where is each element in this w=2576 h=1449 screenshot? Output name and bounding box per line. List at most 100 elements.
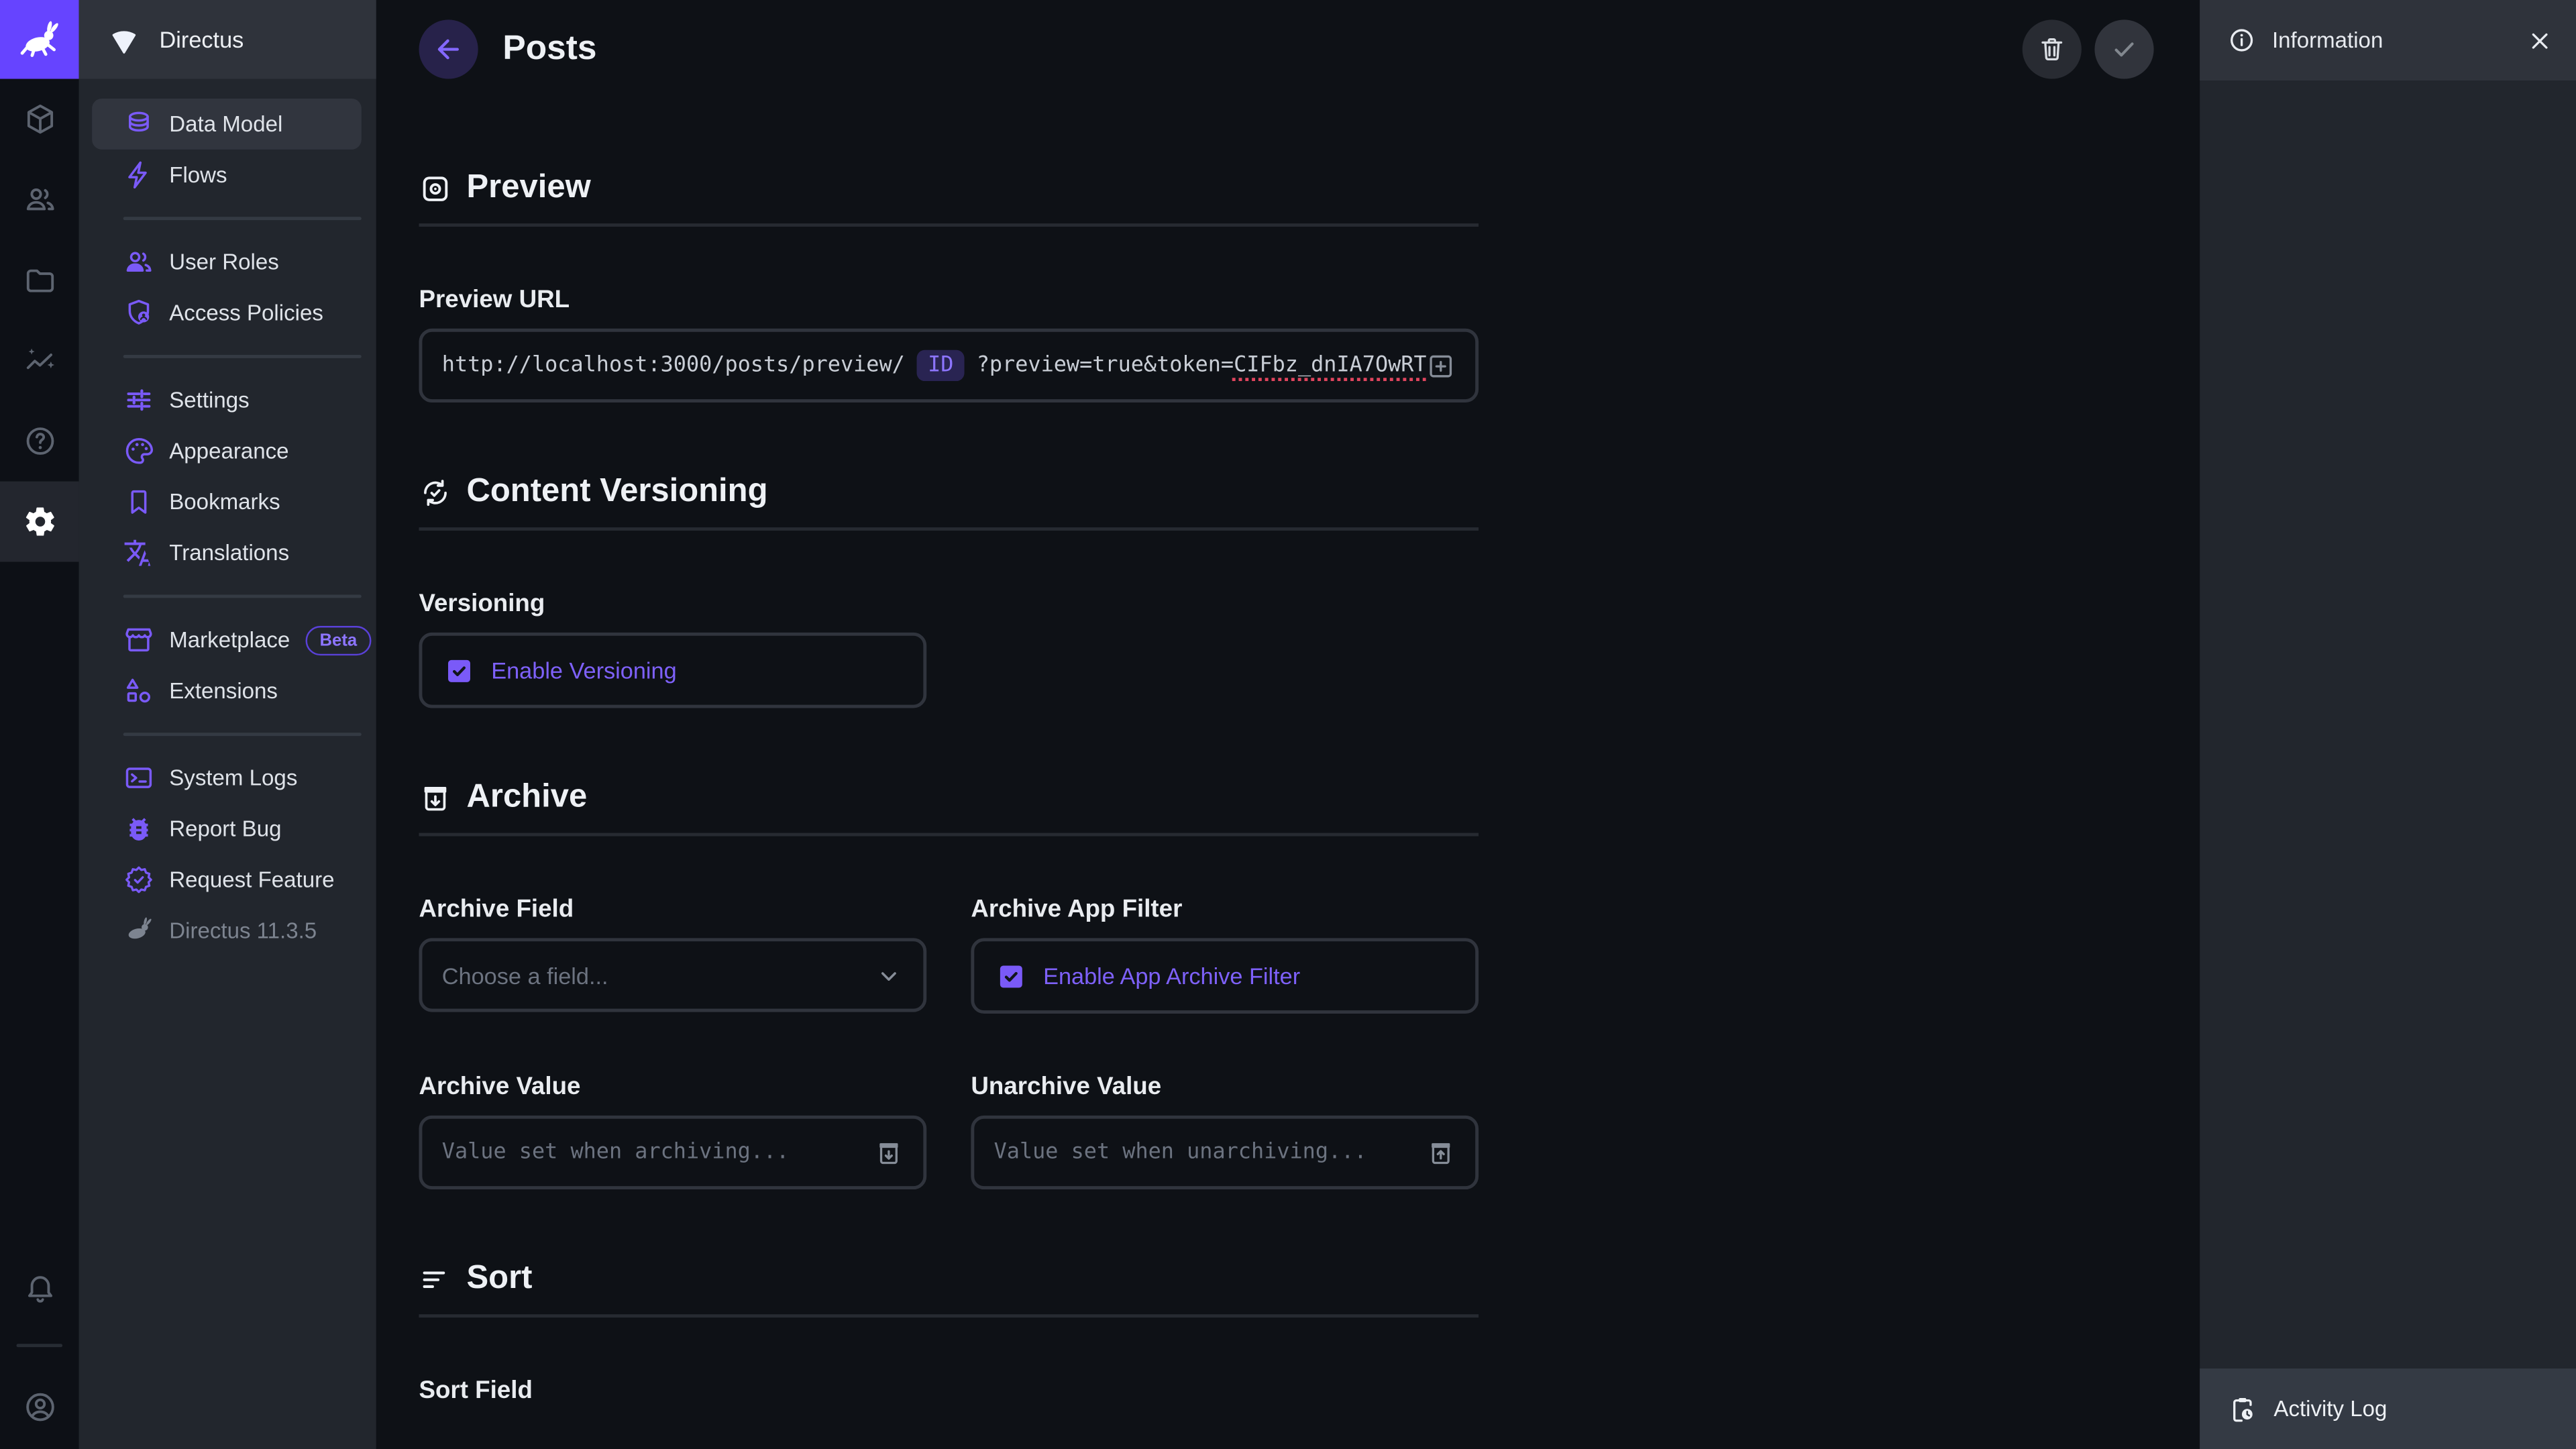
page-title: Posts xyxy=(502,30,596,69)
section-preview-header: Preview xyxy=(419,169,1479,207)
add-variable-button[interactable] xyxy=(1426,351,1456,380)
settings-nav-sidebar: Directus Data Model Flows User Ro xyxy=(79,0,376,1449)
directus-logo-button[interactable] xyxy=(0,0,79,79)
user-menu-button[interactable] xyxy=(0,1364,79,1449)
version-info: Directus 11.3.5 xyxy=(92,905,362,956)
bell-icon xyxy=(22,1270,56,1304)
database-icon xyxy=(123,109,155,140)
id-variable-chip[interactable]: ID xyxy=(916,350,965,382)
save-button[interactable] xyxy=(2094,19,2153,78)
enable-app-archive-filter-checkbox[interactable]: Enable App Archive Filter xyxy=(971,938,1479,1014)
people-icon xyxy=(22,182,56,217)
back-button[interactable] xyxy=(419,19,478,78)
input-placeholder: Value set when unarchiving... xyxy=(994,1140,1367,1165)
page-header: Posts xyxy=(376,0,2200,99)
module-content[interactable] xyxy=(0,79,79,160)
translate-icon xyxy=(123,537,155,569)
clipboard-clock-icon xyxy=(2228,1394,2257,1424)
input-placeholder: Value set when archiving... xyxy=(442,1140,790,1165)
extension-icon xyxy=(123,676,155,707)
url-query: ?preview=true&token= xyxy=(977,354,1234,378)
activity-log-button[interactable]: Activity Log xyxy=(2200,1368,2576,1449)
settings-form: Preview Preview URL http://localhost:300… xyxy=(376,99,1479,1405)
nav-item-label: Marketplace xyxy=(169,628,290,653)
nav-item-extensions[interactable]: Extensions xyxy=(92,665,362,716)
close-sidebar-button[interactable] xyxy=(2527,27,2553,53)
notifications-button[interactable] xyxy=(0,1247,79,1328)
nav-item-request-feature[interactable]: Request Feature xyxy=(92,854,362,905)
unarchive-value-input[interactable]: Value set when unarchiving... xyxy=(971,1116,1479,1189)
nav-item-flows[interactable]: Flows xyxy=(92,150,362,201)
shield-person-icon xyxy=(123,297,155,329)
section-title: Sort xyxy=(467,1260,533,1297)
nav-item-report-bug[interactable]: Report Bug xyxy=(92,804,362,855)
module-users[interactable] xyxy=(0,160,79,240)
nav-item-access-policies[interactable]: Access Policies xyxy=(92,288,362,339)
nav-item-label: Report Bug xyxy=(169,816,281,841)
info-sidebar-header: Information xyxy=(2200,0,2576,80)
bookmark-icon xyxy=(123,486,155,518)
project-header[interactable]: Directus xyxy=(79,0,376,79)
close-icon xyxy=(2527,27,2553,53)
section-sort-header: Sort xyxy=(419,1260,1479,1297)
section-versioning-header: Content Versioning xyxy=(419,473,1479,511)
chevron-down-icon xyxy=(874,960,904,989)
nav-item-translations[interactable]: Translations xyxy=(92,527,362,578)
field-label-archive-app-filter: Archive App Filter xyxy=(971,896,1479,924)
nav-divider xyxy=(123,733,362,736)
archive-icon xyxy=(874,1138,904,1167)
section-divider xyxy=(419,1314,1479,1318)
nav-item-label: User Roles xyxy=(169,250,279,274)
module-bar-divider xyxy=(16,1344,62,1347)
section-archive-header: Archive xyxy=(419,779,1479,816)
field-label-archive-field: Archive Field xyxy=(419,896,926,924)
nav-divider xyxy=(123,217,362,220)
nav-item-appearance[interactable]: Appearance xyxy=(92,425,362,476)
nav-item-label: Appearance xyxy=(169,439,288,464)
checkbox-label: Enable Versioning xyxy=(491,657,676,684)
bug-icon xyxy=(123,813,155,845)
archive-icon xyxy=(419,781,451,814)
url-prefix: http://localhost:3000/posts/preview/ xyxy=(442,354,905,378)
module-insights[interactable] xyxy=(0,321,79,401)
enable-versioning-checkbox[interactable]: Enable Versioning xyxy=(419,633,926,708)
nav-item-marketplace[interactable]: Marketplace Beta xyxy=(92,614,362,665)
nav-item-label: Extensions xyxy=(169,678,278,703)
tune-icon xyxy=(123,384,155,416)
info-sidebar: Information Activity Log xyxy=(2200,0,2576,1449)
palette-icon xyxy=(123,435,155,467)
nav-item-settings[interactable]: Settings xyxy=(92,374,362,425)
nav-item-label: Translations xyxy=(169,541,289,566)
info-sidebar-title: Information xyxy=(2272,28,2383,53)
field-label-unarchive-value: Unarchive Value xyxy=(971,1073,1479,1101)
archive-value-input[interactable]: Value set when archiving... xyxy=(419,1116,926,1189)
new-releases-icon xyxy=(123,864,155,896)
archive-field-select[interactable]: Choose a field... xyxy=(419,938,926,1012)
field-label-preview-url: Preview URL xyxy=(419,286,1479,314)
checkbox-checked-icon xyxy=(443,655,475,686)
module-help[interactable] xyxy=(0,401,79,482)
bolt-icon xyxy=(123,160,155,191)
checkbox-label: Enable App Archive Filter xyxy=(1043,963,1300,989)
module-settings[interactable] xyxy=(0,482,79,562)
module-bar-spacer xyxy=(0,562,79,1247)
module-bar xyxy=(0,0,79,1449)
account-icon xyxy=(22,1389,56,1424)
nav-item-label: Bookmarks xyxy=(169,490,280,515)
sort-icon xyxy=(419,1263,451,1295)
nav-item-user-roles[interactable]: User Roles xyxy=(92,237,362,288)
help-icon xyxy=(22,424,56,458)
module-files[interactable] xyxy=(0,240,79,321)
select-placeholder: Choose a field... xyxy=(442,962,608,988)
nav-item-data-model[interactable]: Data Model xyxy=(92,99,362,150)
nav-item-system-logs[interactable]: System Logs xyxy=(92,753,362,804)
nav-item-label: Access Policies xyxy=(169,301,323,325)
delete-button[interactable] xyxy=(2023,19,2082,78)
nav-item-bookmarks[interactable]: Bookmarks xyxy=(92,476,362,527)
nav-item-label: System Logs xyxy=(169,765,297,790)
nav-item-label: Data Model xyxy=(169,112,282,137)
rabbit-logo-icon xyxy=(17,17,62,62)
box-icon xyxy=(22,102,56,136)
preview-url-input[interactable]: http://localhost:3000/posts/preview/ ID … xyxy=(419,329,1479,402)
field-label-archive-value: Archive Value xyxy=(419,1073,926,1101)
